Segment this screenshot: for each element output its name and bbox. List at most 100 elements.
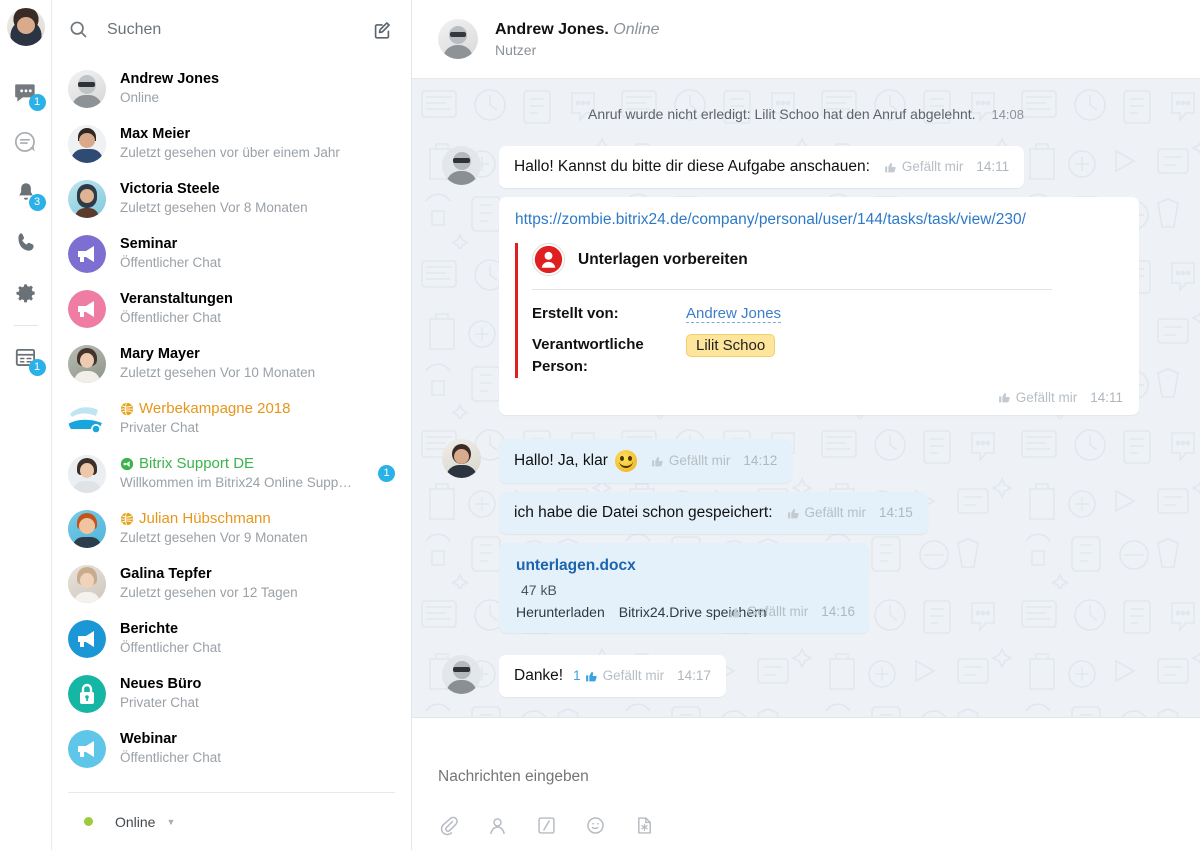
rail-item-chat[interactable]: 1 [0, 68, 52, 118]
attach-icon[interactable] [438, 815, 459, 836]
message-meta: Gefällt mir 14:11 [884, 157, 1009, 177]
avatar [68, 124, 106, 163]
like-button[interactable]: Gefällt mir [729, 602, 808, 622]
file-name[interactable]: unterlagen.docx [516, 556, 636, 576]
search-input[interactable] [107, 20, 371, 39]
chat-list-item[interactable]: Max Meier Zuletzt gesehen vor über einem… [52, 116, 411, 171]
emoji-icon[interactable] [585, 815, 606, 836]
message-meta: Gefällt mir 14:16 [729, 602, 855, 622]
chevron-down-icon[interactable]: ▼ [166, 817, 175, 827]
task-responsible-pill[interactable]: Lilit Schoo [686, 334, 776, 357]
avatar [68, 344, 106, 383]
rail-item-phone[interactable] [0, 218, 52, 268]
globe-icon [120, 512, 134, 526]
chat-item-text: Andrew Jones Online [120, 70, 395, 107]
thumbs-up-icon [729, 607, 741, 617]
chat-list-item[interactable]: Berichte Öffentlicher Chat [52, 611, 411, 666]
task-creator-link[interactable]: Andrew Jones [686, 305, 782, 323]
chat-item-text: Werbekampagne 2018 Privater Chat [120, 400, 395, 437]
file-download-link[interactable]: Herunterladen [516, 602, 605, 622]
message-bubble[interactable]: Danke! 1 Gefällt mir 14:17 [499, 655, 726, 697]
like-button[interactable]: Gefällt mir [884, 157, 964, 177]
rail-divider [13, 325, 38, 326]
chat-item-subtitle: Zuletzt gesehen vor über einem Jahr [120, 145, 340, 160]
chat-item-subtitle: Zuletzt gesehen Vor 9 Monaten [120, 530, 308, 545]
chat-item-title: Neues Büro [120, 676, 202, 692]
chat-list[interactable]: Andrew Jones Online Max Meier Zuletzt ge… [52, 59, 411, 792]
mention-icon[interactable] [487, 815, 508, 836]
chat-item-title: Andrew Jones [120, 71, 220, 87]
conversation-avatar[interactable] [438, 19, 478, 59]
thumbs-up-icon [651, 456, 663, 466]
chat-list-item[interactable]: Seminar Öffentlicher Chat [52, 226, 411, 281]
task-url-link[interactable]: https://zombie.bitrix24.de/company/perso… [515, 211, 1123, 229]
smiley-emoji-icon [614, 450, 637, 472]
avatar [68, 564, 106, 603]
rail-item-forms[interactable]: 1 [0, 333, 52, 383]
chat-item-text: Julian Hübschmann Zuletzt gesehen Vor 9 … [120, 510, 395, 547]
thumbs-up-icon [884, 162, 896, 172]
support-icon [120, 457, 134, 471]
status-bar[interactable]: Online ▼ [68, 792, 395, 850]
chat-item-text: Victoria Steele Zuletzt gesehen Vor 8 Mo… [120, 180, 395, 217]
like-button[interactable]: Gefällt mir [585, 666, 665, 686]
message-row: Hallo! Kannst du bitte dir diese Aufgabe… [442, 146, 1170, 188]
conversation-status: Online [613, 20, 660, 38]
chat-list-item[interactable]: Galina Tepfer Zuletzt gesehen vor 12 Tag… [52, 556, 411, 611]
message-text: Hallo! Kannst du bitte dir diese Aufgabe… [514, 158, 870, 175]
chat-list-item[interactable]: Neues Büro Privater Chat [52, 666, 411, 721]
message-row: Danke! 1 Gefällt mir 14:17 [442, 655, 1170, 697]
chat-item-title: Veranstaltungen [120, 291, 233, 307]
chat-list-item[interactable]: Werbekampagne 2018 Privater Chat [52, 391, 411, 446]
chat-list-item[interactable]: Victoria Steele Zuletzt gesehen Vor 8 Mo… [52, 171, 411, 226]
user-avatar[interactable] [6, 8, 45, 46]
like-label: Gefällt mir [602, 668, 665, 683]
rail-item-settings[interactable] [0, 268, 52, 318]
like-button[interactable]: Gefällt mir [787, 503, 866, 523]
chat-list-item[interactable]: Bitrix Support DE Willkommen im Bitrix24… [52, 446, 411, 501]
thumbs-up-icon [787, 508, 799, 518]
message-row: ich habe die Datei schon gespeichert: Ge… [442, 492, 1170, 534]
globe-icon [120, 402, 134, 416]
command-icon[interactable] [536, 815, 557, 836]
chat-item-title: Seminar [120, 236, 178, 252]
like-button[interactable]: Gefällt mir [998, 390, 1077, 405]
chat-item-text: Bitrix Support DE Willkommen im Bitrix24… [120, 455, 370, 492]
like-label: Gefällt mir [901, 159, 964, 174]
chat-list-item[interactable]: Mary Mayer Zuletzt gesehen Vor 10 Monate… [52, 336, 411, 391]
unread-badge: 1 [378, 465, 395, 482]
message-bubble[interactable]: ich habe die Datei schon gespeichert: Ge… [499, 492, 928, 534]
avatar[interactable] [442, 146, 481, 185]
chat-list-item[interactable]: Andrew Jones Online [52, 61, 411, 116]
chat-list-item[interactable]: Veranstaltungen Öffentlicher Chat [52, 281, 411, 336]
chat-list-item[interactable]: Julian Hübschmann Zuletzt gesehen Vor 9 … [52, 501, 411, 556]
chat-item-subtitle: Zuletzt gesehen Vor 8 Monaten [120, 200, 308, 215]
chat-item-title: Galina Tepfer [120, 566, 212, 582]
file-card[interactable]: unterlagen.docx 47 kB Herunterladen Bitr… [499, 543, 869, 633]
chat-list-item[interactable]: Webinar Öffentlicher Chat [52, 721, 411, 776]
message-bubble[interactable]: Hallo! Kannst du bitte dir diese Aufgabe… [499, 146, 1025, 188]
message-bubble[interactable]: Hallo! Ja, klar Gefällt mir 14:12 [499, 439, 793, 483]
message-input[interactable] [438, 738, 1174, 815]
gear-icon [15, 284, 35, 303]
like-button[interactable]: Gefällt mir [651, 451, 730, 471]
chat-item-title: Max Meier [120, 126, 191, 142]
task-card[interactable]: https://zombie.bitrix24.de/company/perso… [499, 197, 1139, 415]
message-time: 14:15 [879, 505, 913, 520]
message-row-task: https://zombie.bitrix24.de/company/perso… [442, 197, 1170, 415]
avatar-spacer [442, 543, 481, 582]
chat-item-subtitle: Online [120, 90, 160, 105]
compose-icon[interactable] [371, 19, 393, 41]
avatar [68, 509, 106, 548]
rail-item-comments[interactable] [0, 118, 52, 168]
task-divider [532, 289, 1053, 290]
file-icon[interactable] [634, 815, 655, 836]
chat-item-subtitle: Öffentlicher Chat [120, 310, 222, 325]
avatar[interactable] [442, 655, 481, 694]
chat-item-subtitle: Privater Chat [120, 420, 199, 435]
chat-item-title: Werbekampagne 2018 [120, 400, 395, 418]
avatar[interactable] [442, 439, 481, 478]
message-text: Danke! [514, 667, 564, 684]
message-text: Hallo! Ja, klar [514, 452, 608, 469]
rail-item-notifications[interactable]: 3 [0, 168, 52, 218]
